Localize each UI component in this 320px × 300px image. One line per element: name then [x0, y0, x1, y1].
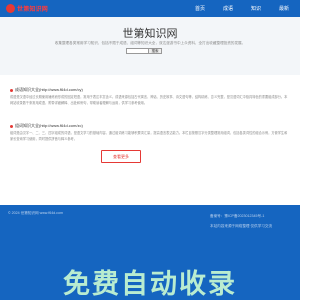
view-more-button[interactable]: 查看更多 — [101, 150, 141, 163]
logo-icon — [6, 4, 15, 13]
article-title-text: 组词知识大全(http://www.f64d.com/zc) — [15, 123, 83, 128]
top-navigation-bar: 世第知识网 首页 成语 知识 最新 — [0, 0, 300, 17]
bullet-icon — [10, 124, 13, 128]
footer-links: 备案号：豫ICP备2023012345号-1 本站内容来源于网络整理 仅供学习交… — [210, 211, 272, 231]
nav-item-latest[interactable]: 最新 — [270, 0, 298, 17]
icp-link[interactable]: 备案号：豫ICP备2023012345号-1 — [210, 211, 272, 221]
copyright-text: © 2024 世第知识网 www.f64d.com — [8, 211, 63, 215]
bullet-icon — [10, 88, 13, 92]
article-title-text: 成语知识大全(http://www.f64d.com/cy) — [15, 87, 83, 92]
nav-item-home[interactable]: 首页 — [186, 0, 214, 17]
watermark-text: 免费自动收录 — [63, 269, 237, 300]
search-input[interactable] — [126, 48, 149, 54]
site-description: 收集整理各类常用学习知识，包括不限于成语、组词等知识大全，双达漫游书中上众资料，… — [54, 41, 246, 45]
search-form: 搜索 — [126, 48, 162, 54]
footer-note: 本站内容来源于网络整理 仅供学习交流 — [210, 224, 273, 228]
article-title[interactable]: 组词知识大全(http://www.f64d.com/zc) — [10, 123, 290, 129]
article-excerpt: 组词是由汉字一、二、三、四字组成的词语，是语文学习的基础内容。通过组词练习能够积… — [10, 131, 288, 141]
article-excerpt: 成语是汉语中经过长期使用锤炼而形成的固定短语，常用于表达丰富含义。成语来源包括古… — [10, 95, 288, 105]
site-logo[interactable]: 世第知识网 — [6, 2, 48, 15]
nav-item-idioms[interactable]: 成语 — [214, 0, 242, 17]
main-nav: 首页 成语 知识 最新 — [186, 0, 298, 17]
article-card-idioms: 成语知识大全(http://www.f64d.com/cy) 成语是汉语中经过长… — [10, 87, 290, 106]
nav-item-knowledge[interactable]: 知识 — [242, 0, 270, 17]
article-card-words: 组词知识大全(http://www.f64d.com/zc) 组词是由汉字一、二… — [10, 123, 290, 142]
search-button[interactable]: 搜索 — [149, 48, 162, 54]
article-title[interactable]: 成语知识大全(http://www.f64d.com/cy) — [10, 87, 290, 93]
page-title: 世第知识网 — [122, 28, 178, 40]
logo-text: 世第知识网 — [17, 7, 49, 13]
